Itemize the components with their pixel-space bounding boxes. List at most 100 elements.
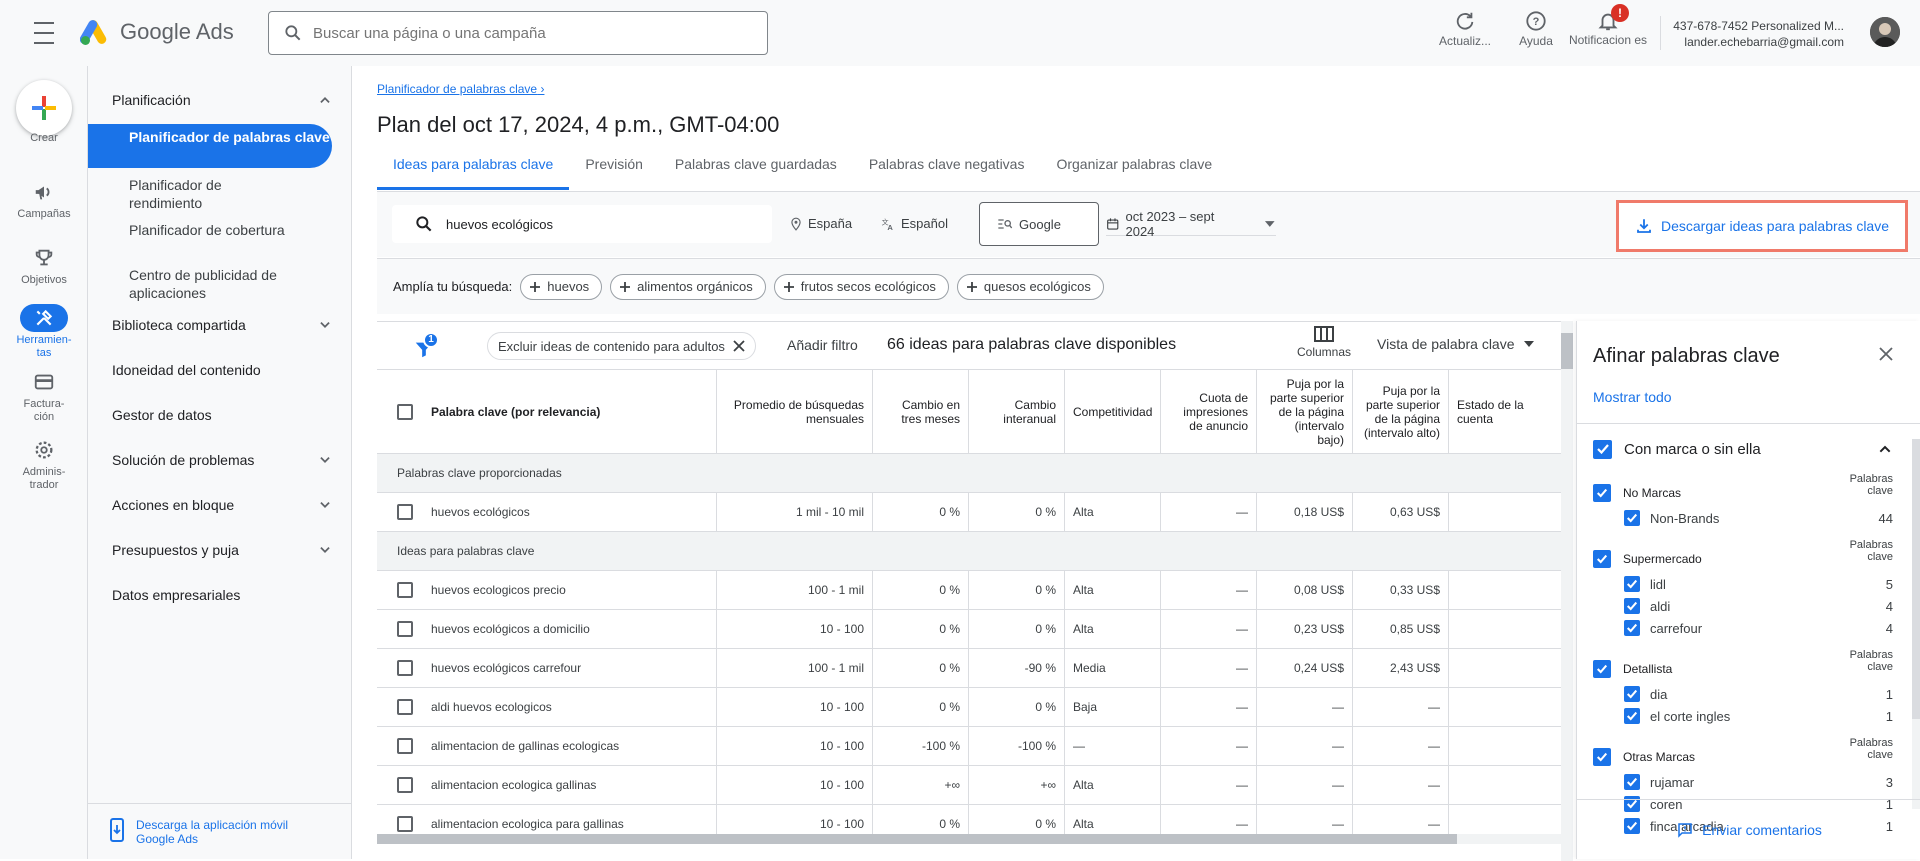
tab-saved-keywords[interactable]: Palabras clave guardadas (659, 156, 853, 190)
refine-group[interactable]: Supermercado Palabras clave (1593, 539, 1893, 573)
checkbox[interactable] (1593, 550, 1611, 568)
avatar[interactable] (1870, 17, 1900, 47)
tab-forecast[interactable]: Previsión (569, 156, 659, 190)
table-horizontal-scrollbar[interactable] (377, 834, 1567, 844)
global-search[interactable] (268, 11, 768, 55)
checkbox[interactable] (1624, 708, 1640, 724)
row-checkbox[interactable] (397, 777, 413, 793)
columns-button[interactable]: Columnas (1297, 326, 1351, 359)
row-checkbox[interactable] (397, 621, 413, 637)
nav-section-planning[interactable]: Planificación (112, 92, 332, 108)
row-checkbox[interactable] (397, 504, 413, 520)
exclude-adult-chip[interactable]: Excluir ideas de contenido para adultos (487, 332, 756, 360)
close-icon[interactable] (1878, 345, 1894, 368)
column-header[interactable]: Cuota de impresiones de anuncio (1161, 370, 1257, 453)
rail-item-billing[interactable]: Factura-ción (0, 368, 88, 424)
close-icon[interactable] (733, 340, 745, 352)
checkbox[interactable] (1624, 576, 1640, 592)
rail-item-objectives[interactable]: Objetivos (0, 244, 88, 287)
download-keyword-ideas-button[interactable]: Descargar ideas para palabras clave (1616, 200, 1908, 252)
row-checkbox[interactable] (397, 660, 413, 676)
language-filter[interactable]: 文A Español (880, 216, 948, 231)
keyword-input[interactable]: huevos ecológicos (392, 205, 772, 243)
row-checkbox[interactable] (397, 403, 413, 420)
menu-icon[interactable] (28, 22, 60, 44)
checkbox[interactable] (1593, 484, 1611, 502)
row-checkbox[interactable] (397, 699, 413, 715)
column-header[interactable]: Promedio de búsquedas mensuales (717, 370, 873, 453)
mobile-app-promo[interactable]: Descarga la aplicación móvil Google Ads (88, 803, 352, 859)
refine-item[interactable]: dia 1 (1624, 683, 1893, 705)
nav-section-business-data[interactable]: Datos empresariales (112, 587, 332, 603)
nav-item-performance-planner[interactable]: Planificador de rendimiento (88, 172, 298, 216)
location-filter[interactable]: España (789, 216, 852, 231)
filter-button[interactable]: 1 (413, 332, 443, 360)
column-header[interactable]: Palabra clave (por relevancia) (377, 370, 717, 453)
checkbox[interactable] (1624, 620, 1640, 636)
refine-item[interactable]: lidl 5 (1624, 573, 1893, 595)
show-all-link[interactable]: Mostrar todo (1593, 389, 1672, 405)
column-header[interactable]: Puja por la parte superior de la página … (1257, 370, 1353, 453)
account-info[interactable]: 437-678-7452 Personalized M... lander.ec… (1673, 18, 1844, 50)
table-row[interactable]: huevos ecológicos carrefour 100 - 1 mil 0 … (377, 649, 1568, 688)
refine-group[interactable]: Detallista Palabras clave (1593, 649, 1893, 683)
column-header[interactable]: Puja por la parte superior de la página … (1353, 370, 1449, 453)
broaden-chip[interactable]: alimentos orgánicos (610, 273, 766, 300)
nav-section-shared-library[interactable]: Biblioteca compartida (112, 317, 332, 333)
refine-group[interactable]: Otras Marcas Palabras clave (1593, 737, 1893, 771)
tab-negative-keywords[interactable]: Palabras clave negativas (853, 156, 1041, 190)
refine-item[interactable]: el corte ingles 1 (1624, 705, 1893, 727)
checkbox[interactable] (1624, 774, 1640, 790)
nav-section-content-suitability[interactable]: Idoneidad del contenido (112, 362, 332, 378)
checkbox[interactable] (1593, 439, 1612, 459)
refine-item[interactable]: rujamar 3 (1624, 771, 1893, 793)
row-checkbox[interactable] (397, 816, 413, 832)
nav-section-budgets-bidding[interactable]: Presupuestos y puja (112, 542, 332, 558)
refresh-button[interactable]: Actualiz... (1425, 8, 1505, 48)
tab-group-keywords[interactable]: Organizar palabras clave (1040, 156, 1228, 190)
breadcrumb[interactable]: Planificador de palabras clave › (377, 82, 544, 96)
rail-item-tools[interactable]: Herramien-tas (0, 304, 88, 360)
notifications-button[interactable]: ! Notificacion es (1567, 4, 1649, 47)
checkbox[interactable] (1593, 660, 1611, 678)
refine-item[interactable]: carrefour 4 (1624, 617, 1893, 639)
refine-group[interactable]: No Marcas Palabras clave (1593, 473, 1893, 507)
nav-section-bulk-actions[interactable]: Acciones en bloque (112, 497, 332, 513)
table-row[interactable]: huevos ecologicos precio 100 - 1 mil 0 % 0 … (377, 571, 1568, 610)
send-feedback-button[interactable]: Enviar comentarios (1577, 799, 1920, 859)
search-input[interactable] (313, 24, 733, 42)
rail-item-admin[interactable]: Adminis-trador (0, 436, 88, 492)
table-row[interactable]: alimentacion ecologica gallinas 10 - 100 +… (377, 766, 1568, 805)
row-checkbox[interactable] (397, 738, 413, 754)
table-vertical-scrollbar[interactable] (1561, 321, 1573, 861)
broaden-chip[interactable]: huevos (520, 273, 603, 300)
table-row[interactable]: alimentacion de gallinas ecologicas 10 - … (377, 727, 1568, 766)
broaden-chip[interactable]: frutos secos ecológicos (773, 273, 949, 300)
column-header[interactable]: Competitividad (1065, 370, 1161, 453)
refine-item[interactable]: Non-Brands 44 (1624, 507, 1893, 529)
checkbox[interactable] (1624, 598, 1640, 614)
mobile-app-link[interactable]: Descarga la aplicación móvil Google Ads (136, 818, 316, 859)
column-header[interactable]: Cambio interanual (969, 370, 1065, 453)
google-ads-logo[interactable]: Google Ads (80, 18, 234, 46)
create-button[interactable] (16, 80, 72, 136)
checkbox[interactable] (1624, 510, 1640, 526)
tab-keyword-ideas[interactable]: Ideas para palabras clave (377, 156, 570, 190)
nav-section-data-manager[interactable]: Gestor de datos (112, 407, 332, 423)
date-range-picker[interactable]: oct 2023 – sept 2024 (1106, 209, 1276, 239)
network-filter[interactable]: Google (979, 202, 1099, 246)
column-header[interactable]: Estado de la cuenta (1449, 370, 1568, 453)
checkbox[interactable] (1624, 686, 1640, 702)
nav-item-reach-planner[interactable]: Planificador de cobertura (88, 217, 298, 261)
nav-item-keyword-planner[interactable]: Planificador de palabras clave (88, 124, 332, 168)
rail-item-campaigns[interactable]: Campañas (0, 178, 88, 221)
row-checkbox[interactable] (397, 582, 413, 598)
help-button[interactable]: ? Ayuda (1496, 8, 1576, 48)
nav-section-troubleshooting[interactable]: Solución de problemas (112, 452, 332, 468)
broaden-chip[interactable]: quesos ecológicos (956, 273, 1104, 300)
view-selector[interactable]: Vista de palabra clave (1377, 336, 1535, 352)
refine-item[interactable]: aldi 4 (1624, 595, 1893, 617)
breadcrumb-link[interactable]: Planificador de palabras clave (377, 82, 537, 96)
checkbox[interactable] (1593, 748, 1611, 766)
brand-section-header[interactable]: Con marca o sin ella (1593, 433, 1893, 465)
